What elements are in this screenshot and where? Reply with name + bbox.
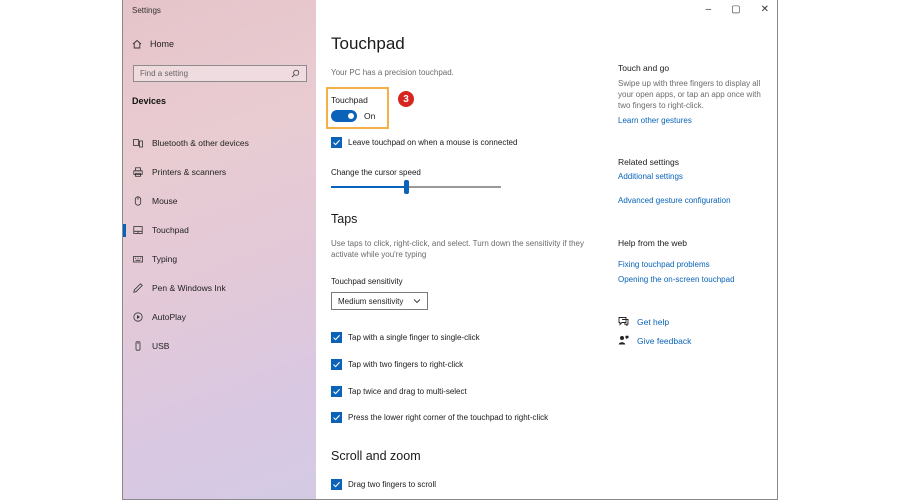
checkbox-label: Tap with two fingers to right-click bbox=[348, 360, 464, 369]
get-help-link[interactable]: Get help bbox=[618, 316, 669, 328]
toggle-knob bbox=[348, 113, 354, 119]
printer-icon bbox=[133, 166, 143, 177]
sidebar-item-label: Pen & Windows Ink bbox=[152, 282, 226, 293]
cursor-speed-slider[interactable] bbox=[331, 180, 501, 194]
scroll-option-row[interactable]: Drag two fingers to scroll bbox=[331, 479, 436, 490]
search-icon bbox=[291, 65, 300, 83]
learn-gestures-link[interactable]: Learn other gestures bbox=[618, 116, 768, 125]
settings-window: Settings Home Find a setting Devices Blu… bbox=[122, 0, 778, 500]
sidebar-item-label: Mouse bbox=[152, 195, 178, 206]
slider-fill bbox=[331, 186, 406, 188]
checkbox-checked[interactable] bbox=[331, 386, 342, 397]
home-nav[interactable]: Home bbox=[132, 39, 174, 49]
minimize-button[interactable]: – bbox=[706, 4, 712, 15]
page-title: Touchpad bbox=[331, 34, 405, 53]
tap-option-row[interactable]: Tap with two fingers to right-click bbox=[331, 359, 463, 370]
sidebar-item-autoplay[interactable]: AutoPlay bbox=[123, 302, 316, 331]
cursor-speed-label: Change the cursor speed bbox=[331, 168, 421, 177]
maximize-button[interactable]: ▢ bbox=[731, 4, 740, 15]
sidebar-item-touchpad[interactable]: Touchpad bbox=[123, 215, 316, 244]
sidebar-item-label: AutoPlay bbox=[152, 311, 187, 322]
checkbox-label: Press the lower right corner of the touc… bbox=[348, 413, 549, 422]
taps-heading: Taps bbox=[331, 212, 358, 226]
step-badge: 3 bbox=[398, 91, 414, 107]
main-content: – ▢ ✕ Touchpad Your PC has a precision t… bbox=[316, 0, 777, 499]
related-settings-heading: Related settings bbox=[618, 157, 679, 167]
sidebar-item-usb[interactable]: USB bbox=[123, 331, 316, 360]
sidebar-item-label: Touchpad bbox=[152, 224, 189, 235]
highlight-box bbox=[326, 87, 389, 129]
sidebar-item-bluetooth[interactable]: Bluetooth & other devices bbox=[123, 128, 316, 157]
touch-and-go-panel: Touch and go Swipe up with three fingers… bbox=[618, 63, 768, 125]
touchpad-icon bbox=[133, 225, 143, 235]
sidebar-item-mouse[interactable]: Mouse bbox=[123, 186, 316, 215]
sidebar: Settings Home Find a setting Devices Blu… bbox=[123, 0, 316, 499]
section-heading: Devices bbox=[132, 96, 167, 106]
help-web-panel: Help from the web Fixing touchpad proble… bbox=[618, 238, 768, 284]
touch-go-text: Swipe up with three fingers to display a… bbox=[618, 79, 761, 110]
checkbox-checked[interactable] bbox=[331, 137, 342, 148]
fixing-touchpad-link[interactable]: Fixing touchpad problems bbox=[618, 260, 768, 269]
sensitivity-dropdown[interactable]: Medium sensitivity bbox=[331, 292, 428, 310]
autoplay-icon bbox=[133, 311, 143, 322]
sidebar-item-typing[interactable]: Typing bbox=[123, 244, 316, 273]
chevron-down-icon bbox=[413, 297, 421, 306]
keyboard-icon bbox=[133, 254, 143, 264]
scroll-zoom-heading: Scroll and zoom bbox=[331, 449, 421, 463]
checkbox-label: Tap twice and drag to multi-select bbox=[348, 387, 467, 396]
chat-bubble-icon bbox=[618, 316, 629, 328]
taps-description: Use taps to click, right-click, and sele… bbox=[331, 239, 584, 259]
mouse-icon bbox=[133, 195, 143, 206]
pen-icon bbox=[133, 282, 143, 293]
window-controls: – ▢ ✕ bbox=[706, 4, 769, 15]
sensitivity-label: Touchpad sensitivity bbox=[331, 277, 403, 286]
touchpad-toggle-label: Touchpad bbox=[331, 95, 368, 105]
sidebar-item-label: Printers & scanners bbox=[152, 166, 227, 177]
checkbox-label: Tap with a single finger to single-click bbox=[348, 333, 480, 342]
usb-icon bbox=[133, 340, 143, 351]
checkbox-label: Leave touchpad on when a mouse is connec… bbox=[348, 138, 518, 147]
window-title: Settings bbox=[132, 6, 161, 15]
help-web-heading: Help from the web bbox=[618, 238, 687, 248]
related-settings-panel: Related settings Additional settings Adv… bbox=[618, 157, 768, 205]
touch-go-heading: Touch and go bbox=[618, 63, 670, 73]
sidebar-item-label: Bluetooth & other devices bbox=[152, 137, 249, 148]
sidebar-item-label: USB bbox=[152, 340, 170, 351]
toggle-state-label: On bbox=[364, 111, 376, 121]
sensitivity-value: Medium sensitivity bbox=[338, 296, 404, 306]
sidebar-item-printers[interactable]: Printers & scanners bbox=[123, 157, 316, 186]
slider-thumb[interactable] bbox=[404, 180, 409, 194]
home-label: Home bbox=[150, 39, 175, 49]
sidebar-item-pen[interactable]: Pen & Windows Ink bbox=[123, 273, 316, 302]
additional-settings-link[interactable]: Additional settings bbox=[618, 172, 768, 181]
sidebar-nav: Bluetooth & other devices Printers & sca… bbox=[123, 128, 316, 360]
tap-option-row[interactable]: Tap with a single finger to single-click bbox=[331, 332, 480, 343]
checkbox-label: Drag two fingers to scroll bbox=[348, 480, 437, 489]
touchpad-toggle[interactable] bbox=[331, 110, 357, 122]
checkbox-checked[interactable] bbox=[331, 479, 342, 490]
checkbox-checked[interactable] bbox=[331, 412, 342, 423]
advanced-gesture-link[interactable]: Advanced gesture configuration bbox=[618, 196, 768, 205]
precision-note: Your PC has a precision touchpad. bbox=[331, 68, 454, 77]
home-icon bbox=[132, 39, 142, 49]
close-button[interactable]: ✕ bbox=[761, 4, 769, 15]
feedback-person-icon bbox=[618, 335, 629, 347]
tap-option-row[interactable]: Tap twice and drag to multi-select bbox=[331, 386, 467, 397]
search-input[interactable]: Find a setting bbox=[133, 65, 307, 82]
give-feedback-link[interactable]: Give feedback bbox=[618, 335, 691, 347]
give-feedback-label: Give feedback bbox=[637, 336, 692, 346]
checkbox-checked[interactable] bbox=[331, 359, 342, 370]
search-placeholder: Find a setting bbox=[140, 69, 189, 78]
tap-option-row[interactable]: Press the lower right corner of the touc… bbox=[331, 412, 548, 423]
bluetooth-icon bbox=[133, 138, 143, 148]
get-help-label: Get help bbox=[637, 317, 670, 327]
sidebar-item-label: Typing bbox=[152, 253, 178, 264]
onscreen-touchpad-link[interactable]: Opening the on-screen touchpad bbox=[618, 275, 768, 284]
checkbox-checked[interactable] bbox=[331, 332, 342, 343]
leave-on-checkbox-row[interactable]: Leave touchpad on when a mouse is connec… bbox=[331, 137, 517, 148]
